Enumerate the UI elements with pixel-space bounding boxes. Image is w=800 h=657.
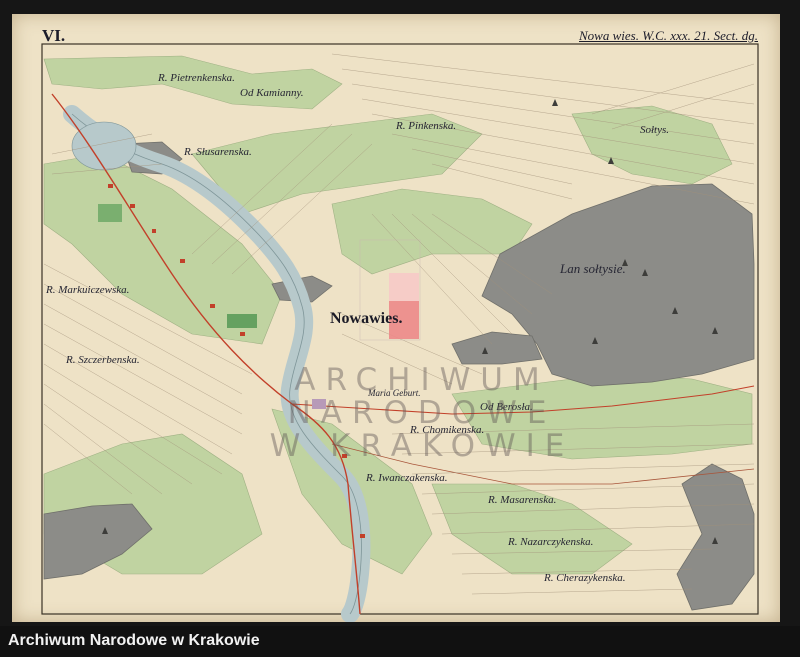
label-r-cherazykenska: R. Cherazykenska. (544, 572, 626, 584)
label-soltys: Sołtys. (640, 124, 670, 136)
label-od-berosla: Od Berosła. (480, 401, 533, 413)
map-sheet: VI. Nowa wies. W.C. xxx. 21. Sect. dg. N… (12, 14, 780, 622)
label-r-slusarenska: R. Słusarenska. (184, 146, 252, 158)
label-r-szczerbenska: R. Szczerbenska. (66, 354, 140, 366)
label-r-chomikenska: R. Chomikenska. (410, 424, 485, 436)
sheet-title: Nowa wies. W.C. xxx. 21. Sect. dg. (579, 28, 758, 43)
label-r-iwanczakenska: R. Iwanczakenska. (366, 472, 448, 484)
label-r-masarenska: R. Masarenska. (488, 494, 557, 506)
highlight-light-cell (389, 273, 419, 301)
label-r-pinkenska: R. Pinkenska. (396, 120, 457, 132)
river-pool (71, 121, 137, 171)
label-r-pietrenkenska: R. Pietrenkenska. (158, 72, 235, 84)
label-maria-geburt: Maria Geburt. (368, 388, 421, 398)
label-r-nazarczykenska: R. Nazarczykenska. (508, 536, 594, 548)
archive-label: Archiwum Narodowe w Krakowie (0, 626, 800, 657)
label-lan-soltysie: Lan sołtysie. (560, 261, 626, 276)
label-od-kamianny: Od Kamianny. (240, 87, 304, 99)
label-r-markuiczewska: R. Markuiczewska. (46, 284, 130, 296)
label-nowawies: Nowawies. (330, 310, 403, 327)
sheet-number: VI. (42, 26, 66, 45)
